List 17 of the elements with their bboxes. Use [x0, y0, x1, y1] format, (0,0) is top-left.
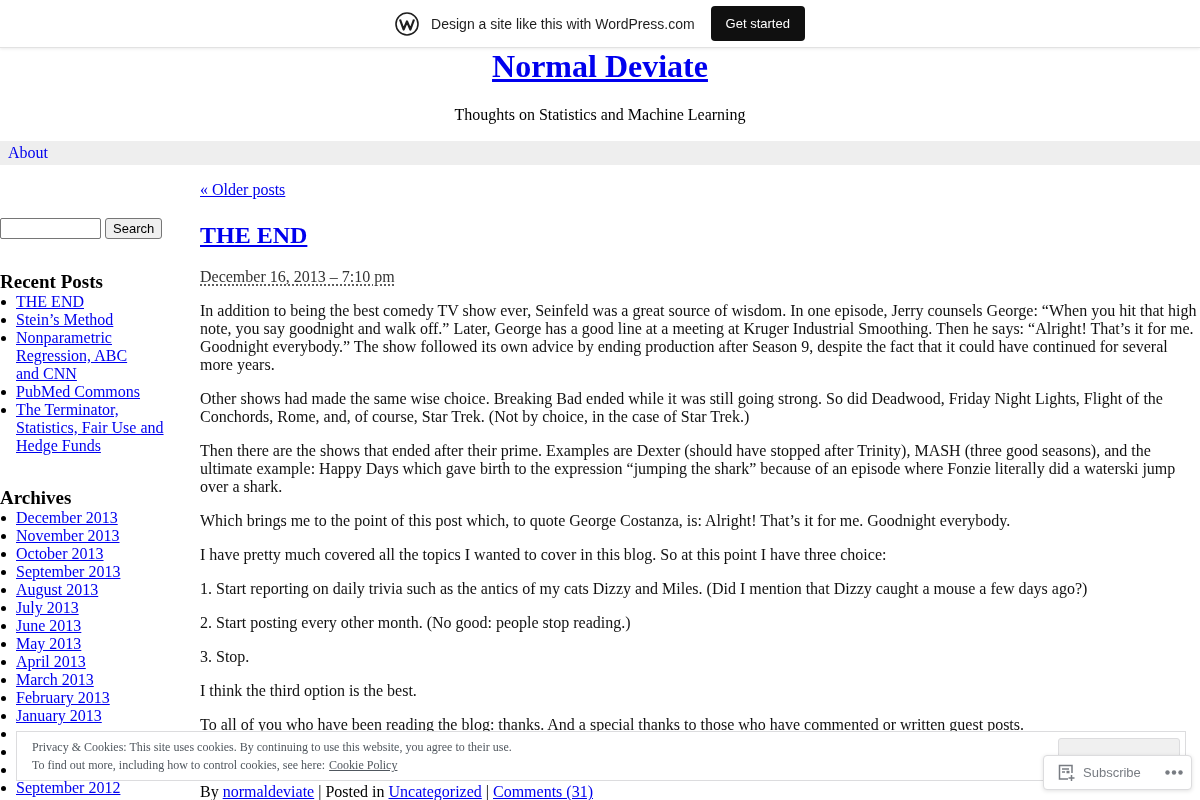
post-paragraph: Which brings me to the point of this post which, to quote George Costanza, is: Alright! That’s it for me. Goodnight everybody. — [200, 512, 1012, 530]
promo-text: Design a site like this with WordPress.com — [431, 14, 695, 33]
cookie-notice-text: To find out more, including how to control cookies, see here: Cookie Policy — [32, 757, 398, 774]
post-paragraph: In addition to being the best comedy TV show ever, Seinfeld was a great source of wisdom. In one episode, Jerry counsels George: “When you hit that high note, you say goodnight and walk off.” Later, George has a good line at a meeting at Kruger Industrial Smoothing. Then he says: “Alright! That’s it for me. Goodnight everybody.” The show followed its own advice by ending production after Season 9, despite the fact that it could have continued for several more years. — [200, 302, 1198, 374]
widget-title: Recent Posts — [0, 271, 104, 293]
cookie-notice-text: Privacy & Cookies: This site uses cookies. By continuing to use this website, you agree to their use. — [32, 739, 512, 756]
post-paragraph: Other shows had made the same wise choice. Breaking Bad ended while it was still going strong. So did Deadwood, Friday Night Lights, Flight of the Conchords, Rome, and, of course, Star Trek. (Not by choice, in the case of Star Trek.) — [200, 390, 1164, 426]
post-paragraph: 1. Start reporting on daily trivia such as the antics of my cats Dizzy and Miles. (Did I mention that Dizzy caught a mouse a few days ago?) — [200, 580, 1089, 598]
site-tagline: Thoughts on Statistics and Machine Learning — [453, 106, 747, 124]
post-paragraph: 2. Start posting every other month. (No good: people stop reading.) — [200, 614, 632, 632]
widget-title: Archives — [0, 487, 73, 509]
post-date: December 16, 2013 – 7:10 pm — [200, 268, 395, 285]
post-paragraph: 3. Stop. — [200, 648, 251, 666]
post-paragraph: Then there are the shows that ended after their prime. Examples are Dexter (should have stopped after Trinity), MASH (three good seasons), and the ultimate example: Happy Days which gave birth to the expression “jumping the shark” because of an episode where Fonzie literally did a waterski jump over a shark. — [200, 442, 1177, 496]
post-paragraph: I have pretty much covered all the topics I wanted to cover in this blog. So at this point I have three choice: — [200, 546, 888, 564]
post-paragraph: I think the third option is the best. — [200, 682, 418, 700]
post-byline: By normaldeviate | Posted in Uncategorized | Comments (31) — [200, 783, 593, 800]
